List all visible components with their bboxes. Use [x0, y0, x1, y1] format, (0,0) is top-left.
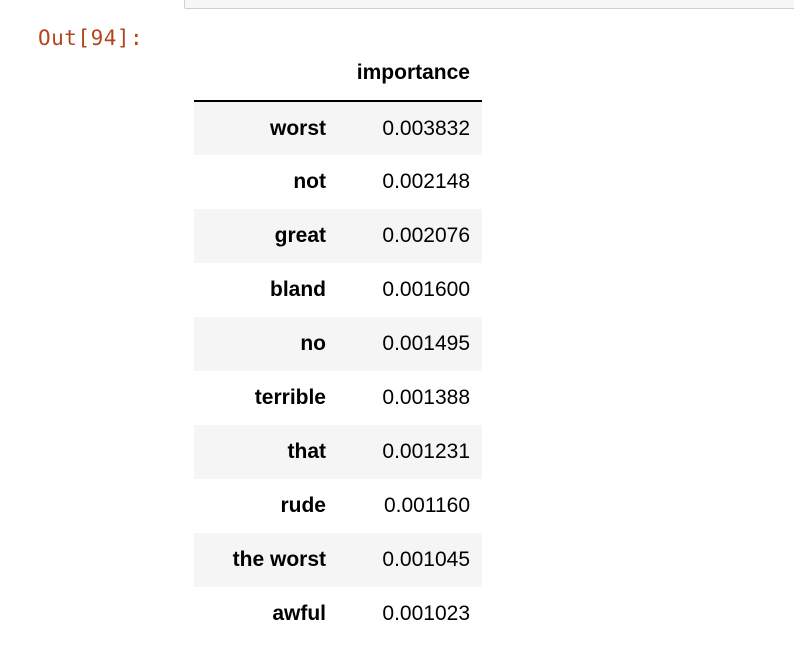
row-index-label: that [287, 440, 327, 463]
index-column-header [194, 46, 340, 102]
row-index-label: awful [272, 602, 326, 625]
importance-cell: 0.001160 [383, 494, 470, 517]
row-index-label: great [274, 224, 326, 247]
previous-cell-bottom-edge [184, 0, 794, 9]
row-index-label: bland [270, 278, 326, 301]
output-prompt: Out[94]: [38, 26, 144, 50]
importance-cell: 0.001388 [382, 386, 470, 409]
importance-cell: 0.001495 [382, 332, 470, 355]
row-index-label: no [300, 332, 326, 355]
table-row: that 0.001231 [194, 425, 482, 479]
row-index-label: not [293, 170, 326, 193]
row-index-label: terrible [254, 386, 326, 409]
importance-cell: 0.002076 [382, 224, 470, 247]
table-row: awful 0.001023 [194, 587, 482, 641]
row-index-label: worst [269, 116, 326, 140]
importance-cell: 0.001023 [382, 602, 470, 625]
importance-cell: 0.003832 [382, 116, 470, 140]
column-header-importance: importance [340, 46, 482, 102]
table-row: worst 0.003832 [194, 101, 482, 155]
table-row: no 0.001495 [194, 317, 482, 371]
table-row: not 0.002148 [194, 155, 482, 209]
table-row: terrible 0.001388 [194, 371, 482, 425]
table-row: great 0.002076 [194, 209, 482, 263]
importance-cell: 0.001045 [382, 548, 470, 571]
table-row: rude 0.001160 [194, 479, 482, 533]
importance-cell: 0.001231 [382, 440, 470, 463]
table-row: bland 0.001600 [194, 263, 482, 317]
importance-cell: 0.002148 [382, 170, 470, 193]
table-row: the worst 0.001045 [194, 533, 482, 587]
dataframe-table: importance worst 0.003832 not 0.002148 g… [194, 46, 482, 641]
importance-cell: 0.001600 [382, 278, 470, 301]
row-index-label: the worst [232, 548, 326, 571]
row-index-label: rude [280, 494, 326, 517]
table-header-row: importance [194, 46, 482, 102]
